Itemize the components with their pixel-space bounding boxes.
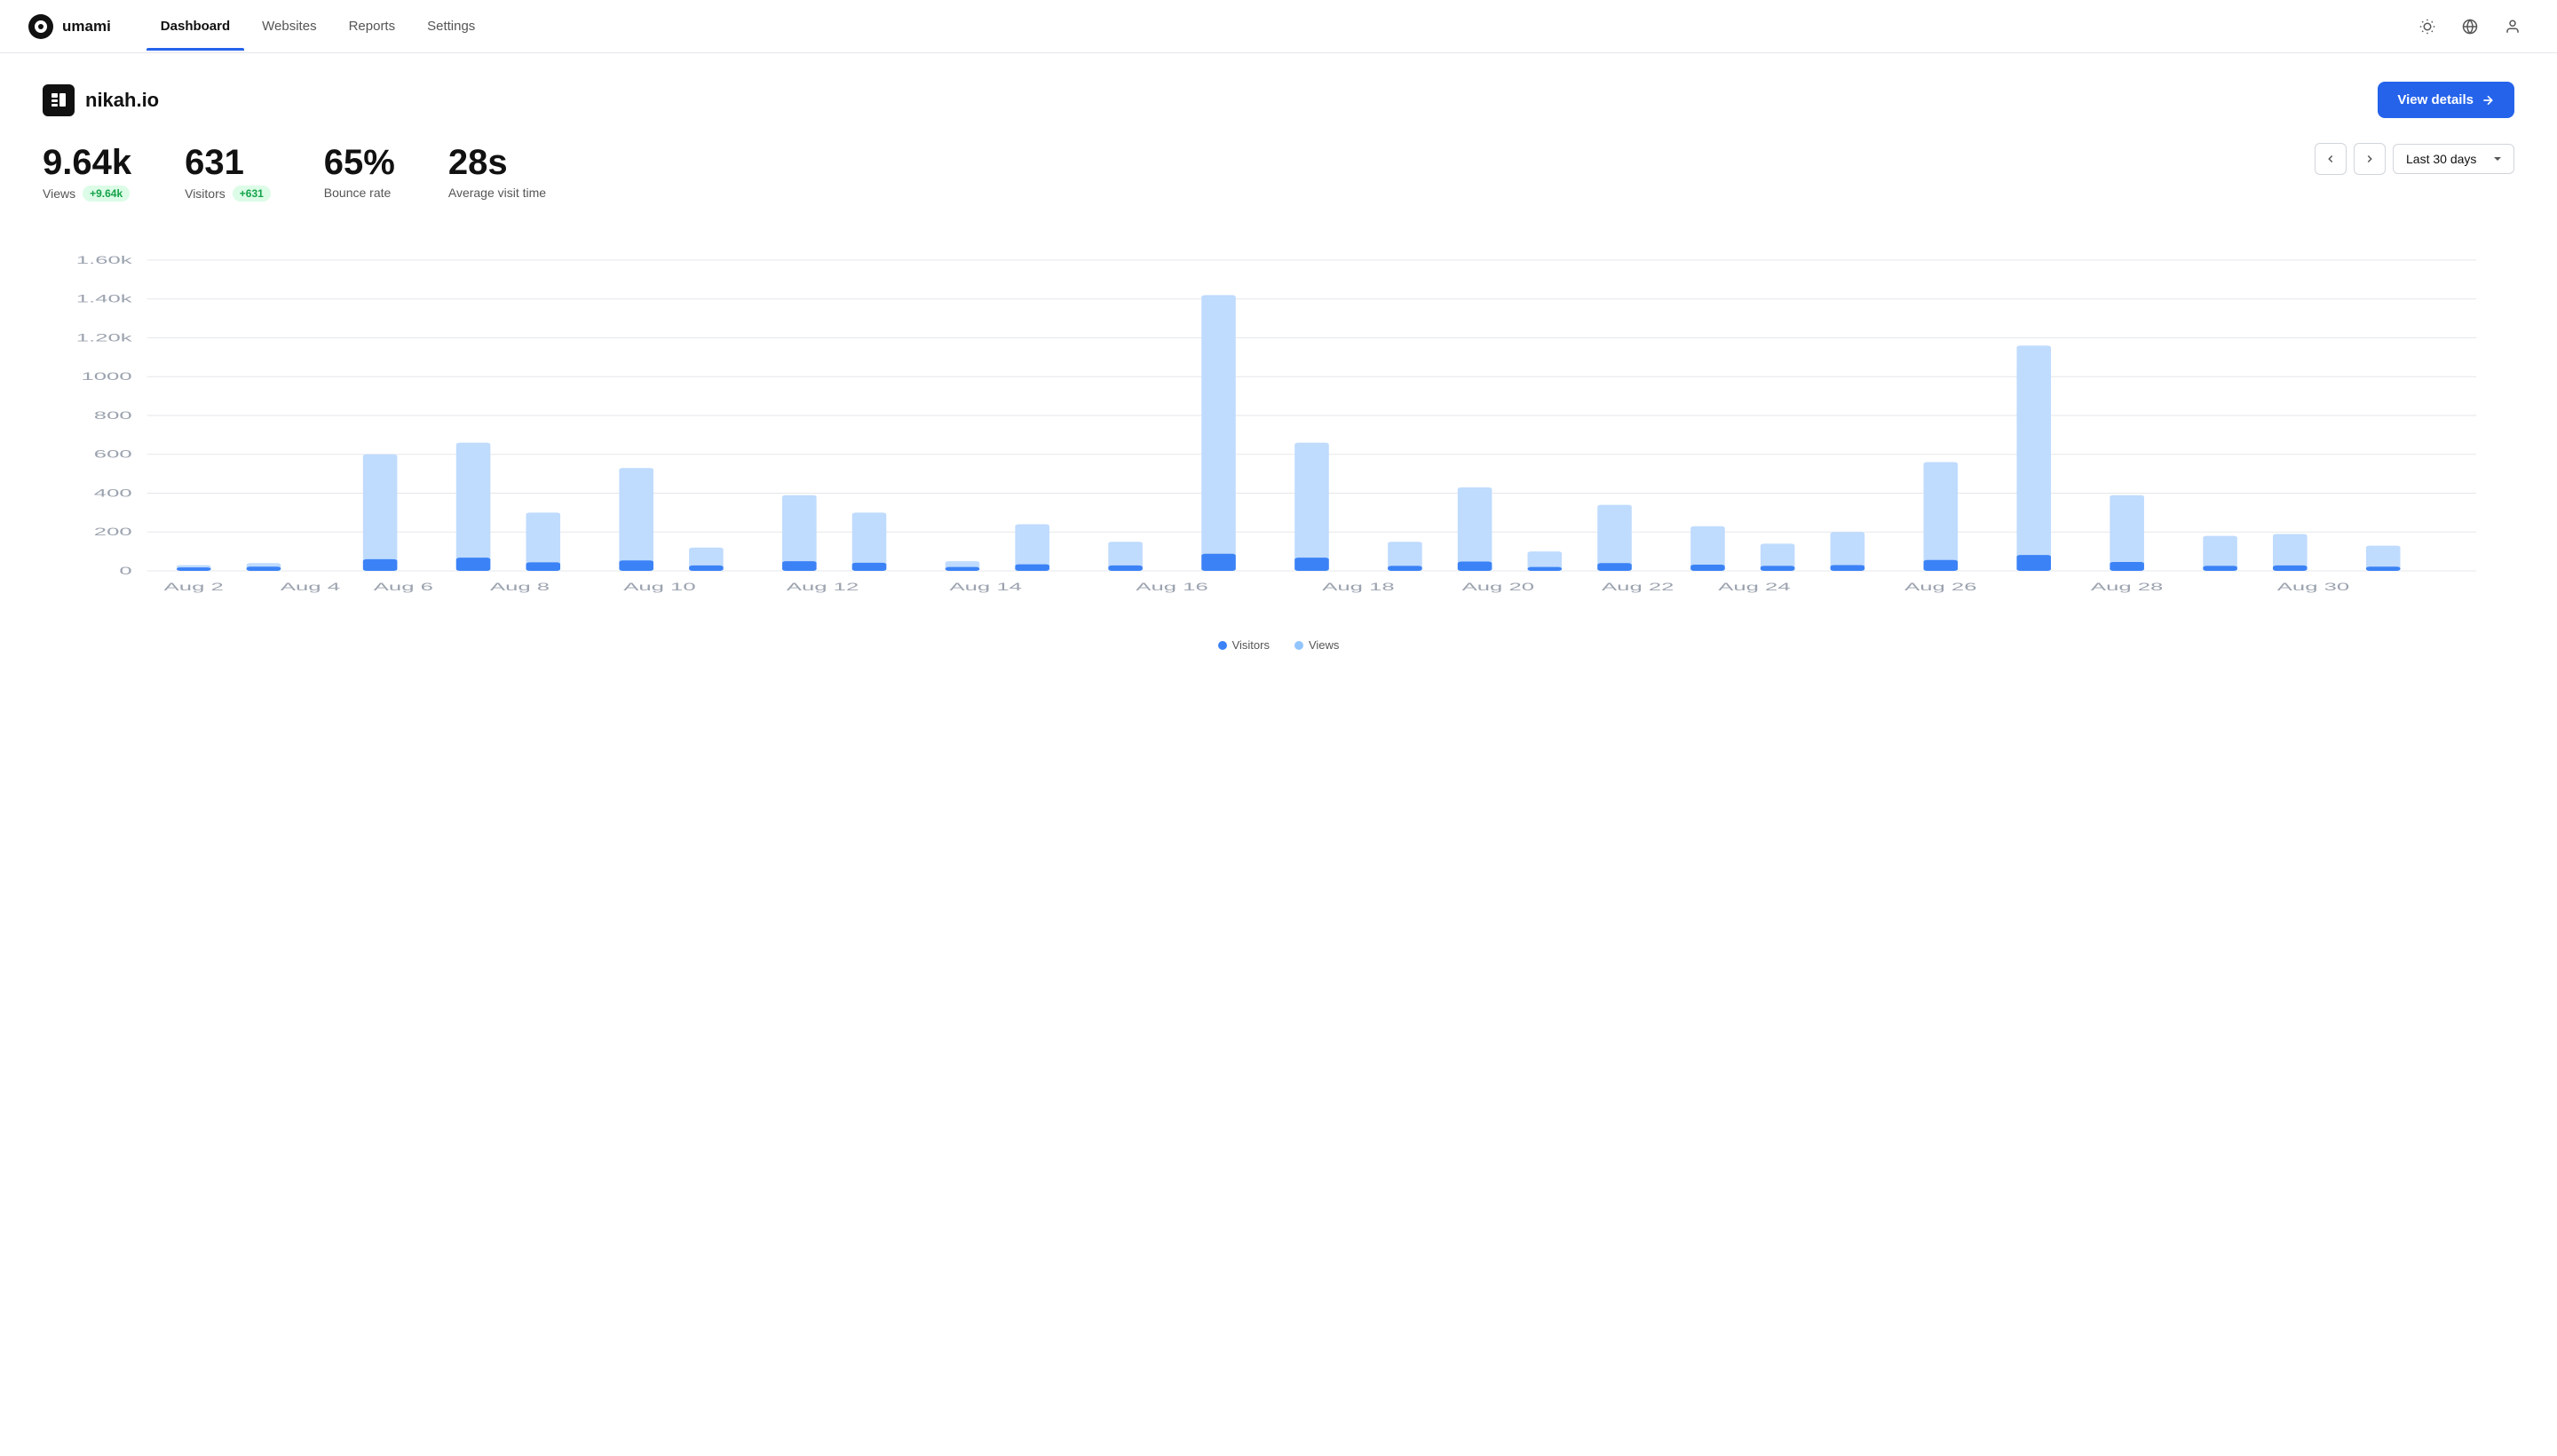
stat-visitors-badge: +631 xyxy=(233,186,271,202)
svg-text:Aug 20: Aug 20 xyxy=(1462,582,1534,593)
legend-visitors-dot xyxy=(1218,641,1227,650)
stat-avgtime-label: Average visit time xyxy=(448,186,546,200)
svg-text:Aug 30: Aug 30 xyxy=(2277,582,2349,593)
language-button[interactable] xyxy=(2454,11,2486,43)
stats-row: 9.64k Views +9.64k 631 Visitors +631 65%… xyxy=(43,143,546,202)
svg-text:1.60k: 1.60k xyxy=(76,255,133,266)
svg-text:Aug 12: Aug 12 xyxy=(787,582,859,593)
stats-and-controls: 9.64k Views +9.64k 631 Visitors +631 65%… xyxy=(43,143,2514,223)
legend-visitors-label: Visitors xyxy=(1232,638,1270,652)
chart-container: 0 200 400 600 800 1000 1.20k 1.40k 1.60k Aug 2 Aug… xyxy=(43,251,2514,652)
stat-bounce-value: 65% xyxy=(324,143,395,182)
chart-controls: Last 24 hours Last 7 days Last 30 days L… xyxy=(2315,143,2514,175)
period-select[interactable]: Last 24 hours Last 7 days Last 30 days L… xyxy=(2393,144,2514,174)
prev-period-button[interactable] xyxy=(2315,143,2347,175)
navbar: umami Dashboard Websites Reports Setting… xyxy=(0,0,2557,53)
legend-views: Views xyxy=(1294,638,1339,652)
logo[interactable]: umami xyxy=(28,14,111,39)
stat-views-label: Views xyxy=(43,186,75,201)
svg-text:400: 400 xyxy=(94,487,132,499)
svg-text:Aug 8: Aug 8 xyxy=(490,582,550,593)
svg-text:Aug 2: Aug 2 xyxy=(164,582,224,593)
stat-avgtime: 28s Average visit time xyxy=(448,143,546,200)
stat-visitors-value: 631 xyxy=(185,143,271,182)
legend-views-dot xyxy=(1294,641,1303,650)
stat-avgtime-value: 28s xyxy=(448,143,546,182)
svg-text:Aug 4: Aug 4 xyxy=(281,582,340,593)
svg-text:1.40k: 1.40k xyxy=(76,294,133,305)
user-button[interactable] xyxy=(2497,11,2529,43)
site-header: nikah.io View details xyxy=(43,82,2514,118)
svg-text:200: 200 xyxy=(94,526,132,538)
site-title-row: nikah.io xyxy=(43,84,159,116)
nav-dashboard[interactable]: Dashboard xyxy=(146,12,244,41)
main-content: nikah.io View details 9.64k Views +9.64k… xyxy=(0,53,2557,680)
svg-text:Aug 22: Aug 22 xyxy=(1602,582,1674,593)
stat-views-label-row: Views +9.64k xyxy=(43,186,131,202)
svg-text:Aug 26: Aug 26 xyxy=(1904,582,1976,593)
stat-visitors-label: Visitors xyxy=(185,186,226,201)
svg-text:Aug 16: Aug 16 xyxy=(1136,582,1207,593)
nav-websites[interactable]: Websites xyxy=(248,12,330,41)
view-details-button[interactable]: View details xyxy=(2378,82,2514,118)
site-icon xyxy=(43,84,75,116)
svg-text:Aug 18: Aug 18 xyxy=(1322,582,1394,593)
svg-text:Aug 24: Aug 24 xyxy=(1718,582,1790,593)
svg-text:Aug 28: Aug 28 xyxy=(2091,582,2163,593)
next-period-button[interactable] xyxy=(2354,143,2386,175)
stat-views: 9.64k Views +9.64k xyxy=(43,143,131,202)
svg-text:Aug 10: Aug 10 xyxy=(623,582,695,593)
site-name: nikah.io xyxy=(85,89,159,112)
svg-text:800: 800 xyxy=(94,410,132,422)
stat-visitors-label-row: Visitors +631 xyxy=(185,186,271,202)
bar-chart: 0 200 400 600 800 1000 1.20k 1.40k 1.60k Aug 2 Aug… xyxy=(43,251,2514,624)
stat-bounce-label-row: Bounce rate xyxy=(324,186,395,200)
stat-views-value: 9.64k xyxy=(43,143,131,182)
nav-reports[interactable]: Reports xyxy=(335,12,410,41)
stat-views-badge: +9.64k xyxy=(83,186,130,202)
legend-visitors: Visitors xyxy=(1218,638,1270,652)
chart-legend: Visitors Views xyxy=(43,638,2514,652)
chart-area: 0 200 400 600 800 1000 1.20k 1.40k 1.60k Aug 2 Aug… xyxy=(43,251,2514,624)
stat-bounce: 65% Bounce rate xyxy=(324,143,395,200)
svg-text:Aug 14: Aug 14 xyxy=(949,582,1021,593)
nav-right xyxy=(2411,11,2529,43)
svg-text:Aug 6: Aug 6 xyxy=(374,582,433,593)
stat-bounce-label: Bounce rate xyxy=(324,186,392,200)
stat-visitors: 631 Visitors +631 xyxy=(185,143,271,202)
nav-links: Dashboard Websites Reports Settings xyxy=(146,12,490,41)
stat-avgtime-label-row: Average visit time xyxy=(448,186,546,200)
logo-icon xyxy=(28,14,53,39)
nav-settings[interactable]: Settings xyxy=(413,12,489,41)
svg-text:1.20k: 1.20k xyxy=(76,332,133,344)
svg-text:0: 0 xyxy=(119,566,131,577)
svg-text:1000: 1000 xyxy=(81,371,131,383)
svg-text:600: 600 xyxy=(94,449,132,461)
logo-text: umami xyxy=(62,18,111,36)
theme-toggle-button[interactable] xyxy=(2411,11,2443,43)
legend-views-label: Views xyxy=(1309,638,1339,652)
